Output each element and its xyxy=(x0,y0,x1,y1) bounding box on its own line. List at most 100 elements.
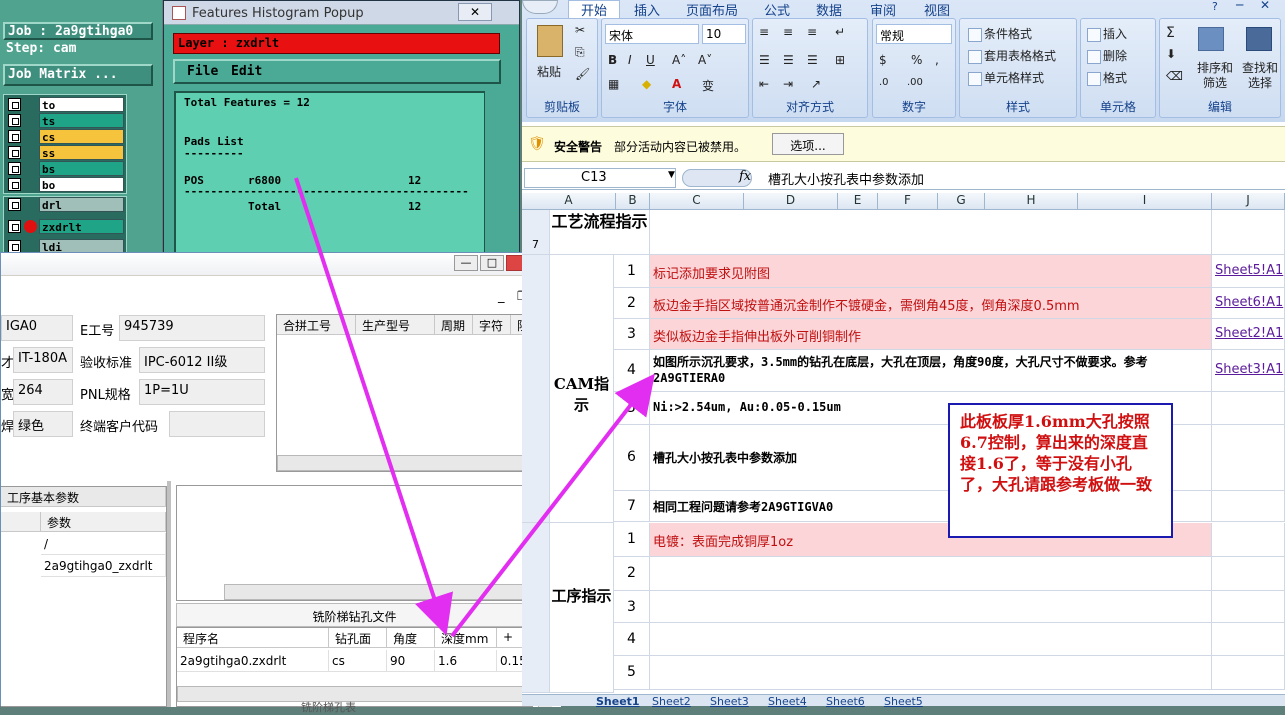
sheet-tab-Sheet5[interactable]: Sheet5 xyxy=(884,695,923,708)
number-format-select[interactable]: 常规 xyxy=(876,24,952,44)
column-header-E[interactable]: E xyxy=(838,193,878,210)
process-param-grid[interactable]: 工序基本参数 参数 / 2a9gtihga0_zxdrlt xyxy=(1,486,167,707)
name-box[interactable]: C13 xyxy=(524,168,676,188)
proc-j-cell[interactable] xyxy=(1212,523,1285,557)
font-size-select[interactable]: 10 xyxy=(702,24,746,44)
cut-icon[interactable]: ✂ xyxy=(575,23,585,37)
proc-j-cell[interactable] xyxy=(1212,623,1285,656)
decrease-indent-icon[interactable]: ⇤ xyxy=(759,77,769,91)
find-select-icon[interactable] xyxy=(1246,27,1272,51)
align-center-icon[interactable]: ☰ xyxy=(783,53,794,67)
ribbon-minimize-icon[interactable]: ─ xyxy=(1236,0,1243,12)
layer-row-4[interactable]: bs xyxy=(8,161,124,176)
delete-cells-button[interactable]: 删除 xyxy=(1087,47,1127,64)
proc-row-number[interactable]: 3 xyxy=(614,591,650,623)
align-top-icon[interactable]: ≡ xyxy=(759,25,769,39)
border-icon[interactable]: ▦ xyxy=(608,77,619,91)
pnl-field[interactable]: 1P=1U xyxy=(139,379,265,405)
column-header-J[interactable]: J xyxy=(1212,193,1285,210)
phonetic-icon[interactable]: 变 xyxy=(702,77,714,94)
splitter[interactable] xyxy=(167,481,171,707)
layer-checkbox[interactable] xyxy=(8,220,21,233)
help-icon[interactable]: ? xyxy=(1212,0,1218,13)
mdi-minimize-icon[interactable]: _ xyxy=(498,289,505,304)
layer-row-6[interactable]: drl xyxy=(8,197,124,212)
fx-icon[interactable]: fx xyxy=(739,169,751,184)
cam-row-number[interactable]: 7 xyxy=(614,491,650,522)
align-right-icon[interactable]: ☰ xyxy=(807,53,818,67)
sheet-link-2[interactable]: Sheet6!A1 xyxy=(1212,288,1285,319)
decrease-decimal-icon[interactable]: .00 xyxy=(907,77,923,88)
column-header-B[interactable]: B xyxy=(616,193,650,210)
layer-checkbox[interactable] xyxy=(8,130,21,143)
cam-row-number[interactable]: 2 xyxy=(614,288,650,319)
formula-input[interactable]: 槽孔大小按孔表中参数添加 xyxy=(762,168,1282,188)
job-matrix-button[interactable]: Job Matrix ... xyxy=(3,64,153,86)
increase-decimal-icon[interactable]: .0 xyxy=(879,77,889,88)
menu-edit[interactable]: Edit xyxy=(231,64,262,79)
proc-j-cell[interactable] xyxy=(1212,656,1285,690)
comma-icon[interactable]: , xyxy=(935,53,939,67)
orientation-icon[interactable]: ↗ xyxy=(811,77,821,91)
clear-icon[interactable]: ⌫ xyxy=(1166,69,1183,83)
name-box-dropdown-icon[interactable]: ▼ xyxy=(668,170,675,180)
tab-view[interactable]: 视图 xyxy=(924,0,950,19)
job-no-field[interactable]: IGA0 xyxy=(1,315,73,341)
merge-job-grid[interactable]: 合拼工号 生产型号 周期 字符 阻焊 xyxy=(276,314,553,472)
sheet-link-4[interactable]: Sheet3!A1 xyxy=(1212,350,1285,392)
cam-instruction-2[interactable]: 板边金手指区域按普通沉金制作不镀硬金，需倒角45度，倒角深度0.5mm xyxy=(650,288,1212,319)
section-process[interactable]: 工序指示 xyxy=(550,523,614,693)
sheet-tab-Sheet3[interactable]: Sheet3 xyxy=(710,695,749,708)
tab-formulas[interactable]: 公式 xyxy=(764,0,790,19)
layer-checkbox[interactable] xyxy=(8,146,21,159)
layer-row-5[interactable]: bo xyxy=(8,177,124,192)
cell-styles-button[interactable]: 单元格样式 xyxy=(968,69,1044,86)
step-drill-grid[interactable]: 程序名 钻孔面 角度 深度mm + 2a9gtihga0.zxdrlt cs 9… xyxy=(176,627,533,707)
layer-checkbox[interactable] xyxy=(8,178,21,191)
solder-field[interactable]: 绿色 xyxy=(13,411,73,437)
proc-row-number[interactable]: 4 xyxy=(614,623,650,656)
material-field[interactable]: IT-180A xyxy=(13,347,73,373)
currency-icon[interactable]: $ xyxy=(879,53,887,67)
sheet-link-6[interactable] xyxy=(1212,425,1285,491)
italic-icon[interactable]: I xyxy=(628,53,632,67)
proc-instruction-2[interactable] xyxy=(650,557,1212,591)
align-left-icon[interactable]: ☰ xyxy=(759,53,770,67)
tab-home[interactable]: 开始 xyxy=(581,0,607,19)
close-button[interactable]: ✕ xyxy=(458,3,492,21)
cam-row-number[interactable]: 5 xyxy=(614,392,650,425)
column-header-G[interactable]: G xyxy=(938,193,985,210)
proc-instruction-4[interactable] xyxy=(650,623,1212,656)
tab-page-layout[interactable]: 页面布局 xyxy=(686,0,738,19)
column-header-A[interactable]: A xyxy=(522,193,616,210)
width-field[interactable]: 264 xyxy=(13,379,73,405)
row-number-proc[interactable] xyxy=(522,523,550,693)
insert-cells-button[interactable]: 插入 xyxy=(1087,25,1127,42)
layer-row-3[interactable]: ss xyxy=(8,145,124,160)
merge-grid-scrollbar[interactable] xyxy=(277,455,552,471)
underline-icon[interactable]: U xyxy=(646,53,655,67)
cam-row-number[interactable]: 6 xyxy=(614,425,650,491)
wrap-text-icon[interactable]: ↵ xyxy=(835,25,845,39)
layer-checkbox[interactable] xyxy=(8,98,21,111)
office-button[interactable] xyxy=(522,0,558,14)
proc-row-number[interactable]: 5 xyxy=(614,656,650,690)
sort-filter-icon[interactable] xyxy=(1198,27,1224,51)
sheet-tab-Sheet6[interactable]: Sheet6 xyxy=(826,695,865,708)
column-header-I[interactable]: I xyxy=(1078,193,1212,210)
autosum-icon[interactable]: Σ xyxy=(1166,25,1175,41)
align-middle-icon[interactable]: ≡ xyxy=(783,25,793,39)
bold-icon[interactable]: B xyxy=(608,53,617,67)
font-color-icon[interactable]: A xyxy=(672,77,681,91)
proc-instruction-5[interactable] xyxy=(650,656,1212,690)
menu-file[interactable]: File xyxy=(187,64,218,79)
cam-instruction-3[interactable]: 类似板边金手指伸出板外可削铜制作 xyxy=(650,319,1212,350)
shrink-font-icon[interactable]: A˅ xyxy=(698,53,712,67)
sheet-link-3[interactable]: Sheet2!A1 xyxy=(1212,319,1285,350)
grow-font-icon[interactable]: A˄ xyxy=(672,53,686,67)
standard-field[interactable]: IPC-6012 II级 xyxy=(139,347,265,373)
sheet-tab-Sheet2[interactable]: Sheet2 xyxy=(652,695,691,708)
process-flow-j[interactable] xyxy=(1212,210,1285,255)
font-name-select[interactable]: 宋体 xyxy=(605,24,699,44)
paste-label[interactable]: 粘贴 xyxy=(537,63,561,80)
